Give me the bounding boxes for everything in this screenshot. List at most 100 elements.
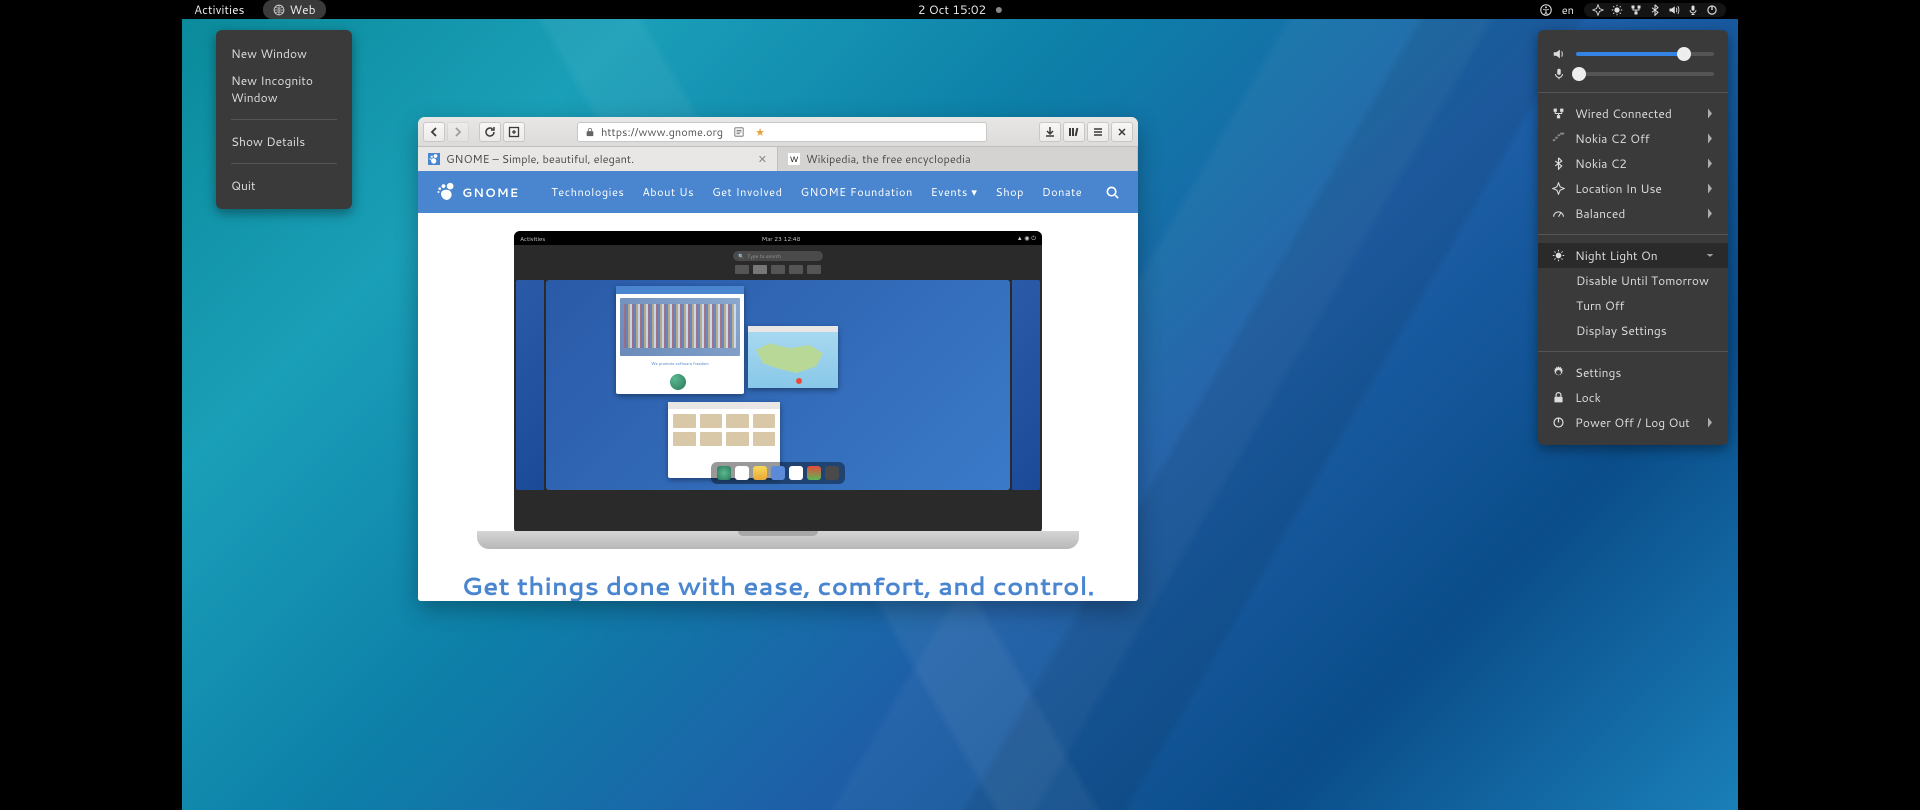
nightlight-off-item[interactable]: Turn Off xyxy=(1538,293,1728,318)
volume-slider[interactable] xyxy=(1576,52,1714,56)
shell-tray: ▲ ◉ ⏻ xyxy=(1017,233,1036,243)
menu-item-show-details[interactable]: Show Details xyxy=(216,128,352,155)
menu-item-new-window[interactable]: New Window xyxy=(216,40,352,67)
tab-close-icon[interactable]: ✕ xyxy=(758,151,767,167)
power-profile-label: Balanced xyxy=(1575,205,1696,222)
reader-mode-icon[interactable] xyxy=(733,127,745,137)
nav-shop[interactable]: Shop xyxy=(995,184,1024,200)
shell-activities: Activities xyxy=(520,234,545,243)
bluetooth-icon xyxy=(1649,4,1661,16)
clock-text: 2 Oct 15:02 xyxy=(918,1,986,18)
lock-label: Lock xyxy=(1575,389,1714,406)
menu-separator xyxy=(1538,92,1728,93)
search-icon[interactable] xyxy=(1105,185,1120,200)
location-icon xyxy=(1592,4,1604,16)
tab-bar: GNOME – Simple, beautiful, elegant. ✕ W … xyxy=(418,147,1138,171)
menu-separator xyxy=(1538,351,1728,352)
shell-search: 🔍Type to search xyxy=(733,251,823,261)
activities-button[interactable]: Activities xyxy=(182,0,257,19)
poweroff-item[interactable]: Power Off / Log Out xyxy=(1538,410,1728,435)
laptop-screen: Activities Mar 23 12:48 ▲ ◉ ⏻ 🔍Type to s… xyxy=(514,231,1042,534)
chevron-left-icon xyxy=(428,126,440,138)
poweroff-label: Power Off / Log Out xyxy=(1575,414,1696,431)
location-label: Location In Use xyxy=(1575,180,1696,197)
tab-gnome[interactable]: GNOME – Simple, beautiful, elegant. ✕ xyxy=(418,147,778,171)
new-tab-button[interactable] xyxy=(503,122,525,142)
tab-title: Wikipedia, the free encyclopedia xyxy=(806,151,971,167)
accessibility-icon[interactable] xyxy=(1540,4,1552,16)
power-profile-item[interactable]: Balanced xyxy=(1538,201,1728,226)
system-menu-button[interactable] xyxy=(1584,3,1726,17)
nightlight-icon xyxy=(1611,4,1623,16)
close-button[interactable] xyxy=(1111,122,1133,142)
gnome-logo[interactable]: GNOME xyxy=(436,182,519,202)
lock-item[interactable]: Lock xyxy=(1538,385,1728,410)
chevron-right-icon xyxy=(1706,416,1714,429)
new-tab-icon xyxy=(508,126,520,138)
gnome-shell-topbar: Activities Mar 23 12:48 ▲ ◉ ⏻ xyxy=(514,231,1042,245)
wifi-label: Nokia C2 Off xyxy=(1575,130,1696,147)
mic-slider-row xyxy=(1538,64,1728,84)
wikipedia-favicon-icon: W xyxy=(788,153,800,165)
nightlight-disable-item[interactable]: Disable Until Tomorrow xyxy=(1538,268,1728,293)
nightlight-display-item[interactable]: Display Settings xyxy=(1538,318,1728,343)
downloads-button[interactable] xyxy=(1039,122,1061,142)
back-button[interactable] xyxy=(423,122,445,142)
chevron-right-icon xyxy=(1706,157,1714,170)
mic-slider[interactable] xyxy=(1576,72,1714,76)
clock-area[interactable]: 2 Oct 15:02 xyxy=(918,1,1002,18)
chevron-right-icon xyxy=(1706,132,1714,145)
nav-technologies[interactable]: Technologies xyxy=(551,184,624,200)
menu-separator xyxy=(231,163,337,164)
nav-involved[interactable]: Get Involved xyxy=(712,184,782,200)
gnome-favicon-icon xyxy=(428,153,440,165)
wifi-item[interactable]: Nokia C2 Off xyxy=(1538,126,1728,151)
browser-window: https://www.gnome.org ★ GNOME – Simple, … xyxy=(418,117,1138,601)
nav-about[interactable]: About Us xyxy=(642,184,694,200)
bluetooth-item[interactable]: Nokia C2 xyxy=(1538,151,1728,176)
speedometer-icon xyxy=(1552,207,1565,220)
menu-item-new-incognito[interactable]: New Incognito Window xyxy=(216,67,352,111)
reload-button[interactable] xyxy=(479,122,501,142)
shell-window-caption: We promote software freedom xyxy=(616,360,744,369)
chevron-down-icon xyxy=(1706,249,1714,262)
url-bar[interactable]: https://www.gnome.org ★ xyxy=(577,122,987,142)
gear-icon xyxy=(1552,366,1565,379)
volume-slider-row xyxy=(1538,44,1728,64)
bookmarks-button[interactable] xyxy=(1063,122,1085,142)
laptop-base xyxy=(477,531,1079,549)
nav-events[interactable]: Events ▾ xyxy=(931,184,978,200)
dash xyxy=(711,462,845,484)
app-menu-popup: New Window New Incognito Window Show Det… xyxy=(216,30,352,209)
top-bar: Activities Web 2 Oct 15:02 en xyxy=(182,0,1738,19)
web-icon xyxy=(273,4,285,16)
nav-foundation[interactable]: GNOME Foundation xyxy=(800,184,912,200)
close-icon xyxy=(1116,126,1128,138)
gnome-brand: GNOME xyxy=(462,184,519,201)
chevron-down-icon: ▾ xyxy=(971,184,977,200)
header-bar: https://www.gnome.org ★ xyxy=(418,117,1138,147)
hero-section: Activities Mar 23 12:48 ▲ ◉ ⏻ 🔍Type to s… xyxy=(418,213,1138,601)
wired-network-item[interactable]: Wired Connected xyxy=(1538,101,1728,126)
bookmark-star-icon[interactable]: ★ xyxy=(755,124,765,140)
hamburger-button[interactable] xyxy=(1087,122,1109,142)
location-item[interactable]: Location In Use xyxy=(1538,176,1728,201)
system-menu-popup: Wired Connected Nokia C2 Off Nokia C2 Lo… xyxy=(1538,30,1728,445)
hamburger-icon xyxy=(1092,126,1104,138)
overview-window-maps xyxy=(748,326,838,388)
app-menu-button[interactable]: Web xyxy=(263,0,326,19)
forward-button[interactable] xyxy=(447,122,469,142)
tab-wikipedia[interactable]: W Wikipedia, the free encyclopedia xyxy=(778,147,1138,171)
overview-area: We promote software freedom xyxy=(546,280,1010,490)
menu-item-quit[interactable]: Quit xyxy=(216,172,352,199)
bluetooth-label: Nokia C2 xyxy=(1575,155,1696,172)
nightlight-item[interactable]: Night Light On xyxy=(1538,243,1728,268)
menu-separator xyxy=(231,119,337,120)
keyboard-layout-indicator[interactable]: en xyxy=(1562,2,1574,18)
settings-item[interactable]: Settings xyxy=(1538,360,1728,385)
nav-donate[interactable]: Donate xyxy=(1042,184,1082,200)
network-icon xyxy=(1630,4,1642,16)
volume-icon xyxy=(1552,47,1566,61)
volume-icon xyxy=(1668,4,1680,16)
library-icon xyxy=(1068,126,1080,138)
